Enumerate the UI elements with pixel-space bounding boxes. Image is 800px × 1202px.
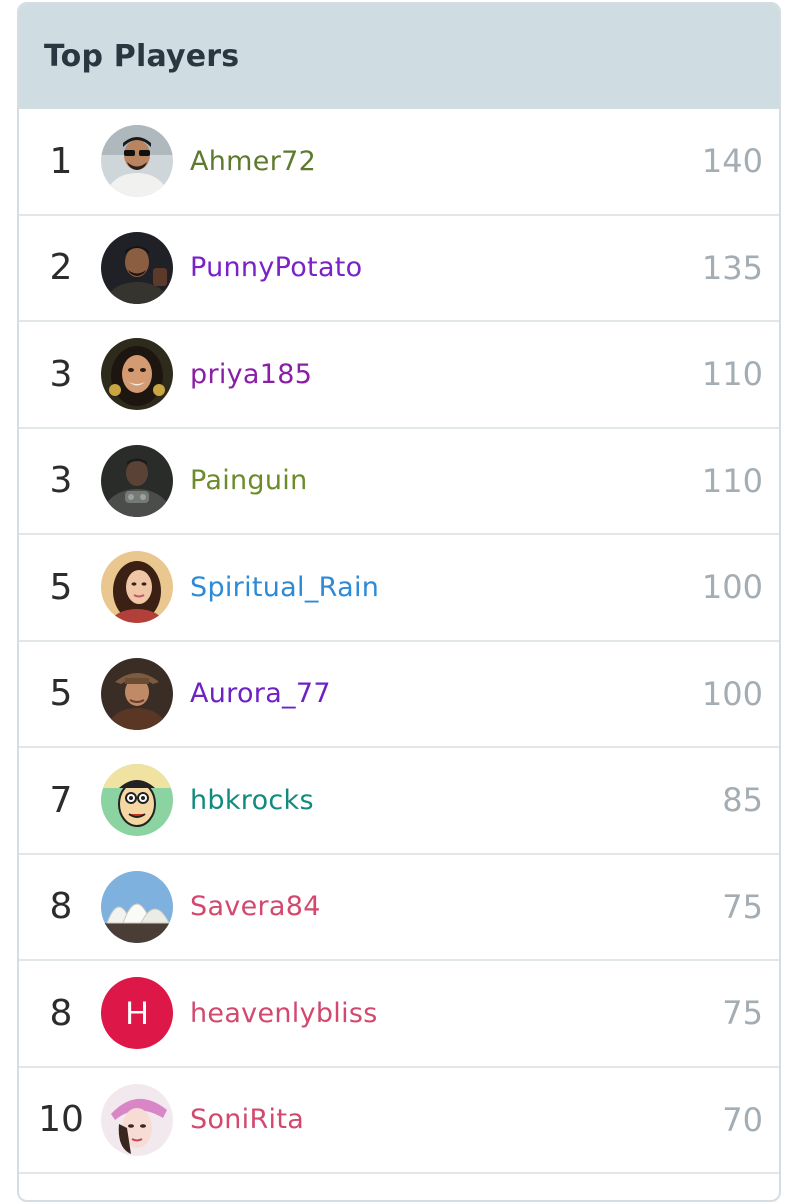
player-score: 75 — [722, 994, 763, 1033]
player-avatar[interactable] — [101, 657, 173, 730]
player-score: 135 — [701, 248, 763, 287]
player-name[interactable]: Savera84 — [190, 891, 321, 922]
player-name[interactable]: Ahmer72 — [190, 146, 316, 177]
player-avatar[interactable] — [101, 551, 173, 624]
player-row[interactable]: 5 Aurora_77 100 — [19, 642, 779, 748]
player-rank: 8 — [49, 992, 73, 1034]
player-rank: 3 — [49, 353, 73, 395]
player-row[interactable]: 3 Painguin 110 — [19, 429, 779, 535]
player-row[interactable]: 5 Spiritual_Rain 100 — [19, 535, 779, 642]
player-rank: 5 — [49, 566, 73, 608]
player-score: 110 — [701, 461, 763, 500]
player-name[interactable]: PunnyPotato — [190, 252, 363, 283]
panel-header: Top Players — [19, 4, 779, 109]
player-avatar[interactable] — [101, 764, 173, 837]
player-rank: 2 — [49, 247, 73, 289]
player-row[interactable]: 7 hbkrocks 85 — [19, 748, 779, 855]
player-row[interactable]: 2 PunnyPotato 135 — [19, 216, 779, 322]
player-name[interactable]: heavenlybliss — [190, 998, 378, 1029]
player-rank: 3 — [49, 460, 73, 502]
player-name[interactable]: hbkrocks — [190, 785, 314, 816]
player-avatar[interactable]: H — [101, 977, 173, 1050]
player-row[interactable]: 1 Ahmer72 140 — [19, 109, 779, 216]
player-rank: 1 — [49, 140, 73, 182]
player-avatar[interactable] — [101, 338, 173, 411]
player-rank: 10 — [38, 1099, 84, 1141]
top-players-panel: Top Players 1 Ahmer72 140 2 PunnyPotato … — [17, 2, 781, 1202]
player-name[interactable]: priya185 — [190, 359, 312, 390]
player-row[interactable]: 10 SoniRita 70 — [19, 1068, 779, 1174]
player-rank: 5 — [49, 673, 73, 715]
player-row[interactable]: 8 H heavenlybliss 75 — [19, 961, 779, 1068]
player-score: 100 — [701, 568, 763, 607]
players-list: 1 Ahmer72 140 2 PunnyPotato 135 3 priya1… — [19, 109, 779, 1174]
player-avatar[interactable] — [101, 1083, 173, 1156]
player-name[interactable]: Painguin — [190, 465, 308, 496]
player-score: 85 — [722, 781, 763, 820]
avatar-letter: H — [125, 995, 148, 1031]
player-avatar[interactable] — [101, 870, 173, 943]
player-avatar[interactable] — [101, 231, 173, 304]
player-score: 110 — [701, 355, 763, 394]
player-avatar[interactable] — [101, 125, 173, 198]
player-name[interactable]: Spiritual_Rain — [190, 572, 379, 603]
player-score: 100 — [701, 674, 763, 713]
player-score: 140 — [701, 142, 763, 181]
player-score: 70 — [722, 1100, 763, 1139]
player-name[interactable]: Aurora_77 — [190, 678, 331, 709]
player-name[interactable]: SoniRita — [190, 1104, 304, 1135]
player-rank: 8 — [49, 886, 73, 928]
player-avatar[interactable] — [101, 444, 173, 517]
panel-title: Top Players — [44, 39, 240, 74]
player-score: 75 — [722, 887, 763, 926]
player-rank: 7 — [49, 779, 73, 821]
player-row[interactable]: 8 Savera84 75 — [19, 855, 779, 961]
player-row[interactable]: 3 priya185 110 — [19, 322, 779, 429]
